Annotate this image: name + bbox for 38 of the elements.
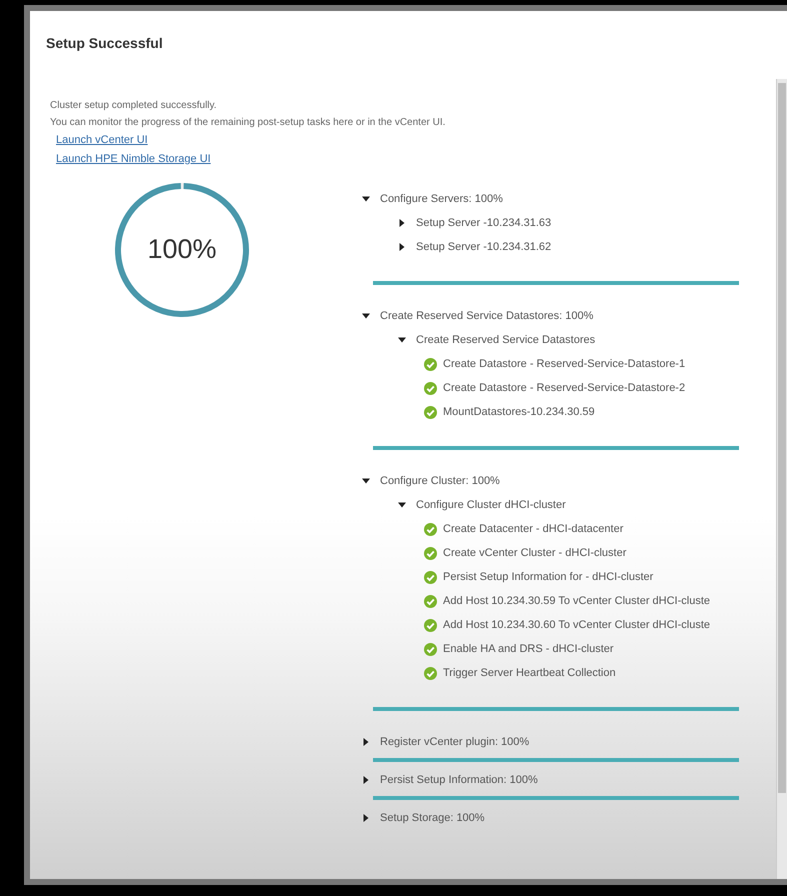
task-label: Create vCenter Cluster - dHCI-cluster (443, 547, 626, 559)
dialog-title: Setup Successful (45, 34, 164, 53)
group-label: Setup Server -10.234.31.63 (416, 217, 552, 229)
scrollbar-thumb[interactable] (778, 83, 786, 793)
section-title: Setup Storage: 100% (380, 812, 485, 824)
task-label: Add Host 10.234.30.60 To vCenter Cluster dHCI-cluste (443, 619, 710, 631)
launch-link[interactable]: Launch vCenter UI (56, 131, 148, 150)
section-title: Configure Cluster: 100% (380, 475, 500, 487)
group-label: Create Reserved Service Datastores (416, 334, 596, 346)
task-label: Trigger Server Heartbeat Collection (443, 667, 616, 679)
section-title: Register vCenter plugin: 100% (380, 736, 530, 748)
caret-right-icon[interactable] (398, 219, 406, 227)
task-label: MountDatastores-10.234.30.59 (443, 406, 595, 418)
launch-link[interactable]: Launch HPE Nimble Storage UI (56, 150, 211, 169)
task-label: Create Datastore - Reserved-Service-Datastore-1 (443, 358, 686, 370)
caret-right-icon[interactable] (362, 814, 370, 822)
status-message: Cluster setup completed successfully. (50, 99, 217, 113)
status-message: You can monitor the progress of the remaining post-setup tasks here or in the vCenter UI. (50, 116, 446, 130)
group-label: Configure Cluster dHCI-cluster (416, 499, 566, 511)
section-title: Configure Servers: 100% (380, 193, 503, 205)
caret-down-icon[interactable] (398, 336, 406, 344)
task-label: Create Datacenter - dHCI-datacenter (443, 523, 624, 535)
caret-right-icon[interactable] (362, 738, 370, 746)
group-label: Setup Server -10.234.31.62 (416, 241, 552, 253)
task-label: Create Datastore - Reserved-Service-Datastore-2 (443, 382, 686, 394)
task-label: Add Host 10.234.30.59 To vCenter Cluster dHCI-cluste (443, 595, 710, 607)
section-title: Create Reserved Service Datastores: 100% (380, 310, 594, 322)
caret-down-icon[interactable] (362, 195, 370, 203)
progress-reading: 100% (146, 234, 218, 265)
section-title: Persist Setup Information: 100% (380, 774, 538, 786)
caret-right-icon[interactable] (362, 776, 370, 784)
caret-down-icon[interactable] (362, 312, 370, 320)
caret-right-icon[interactable] (398, 243, 406, 251)
task-label: Persist Setup Information for - dHCI-cluster (443, 571, 654, 583)
caret-down-icon[interactable] (398, 501, 406, 509)
task-label: Enable HA and DRS - dHCI-cluster (443, 643, 614, 655)
scrollbar[interactable] (776, 79, 787, 879)
caret-down-icon[interactable] (362, 477, 370, 485)
